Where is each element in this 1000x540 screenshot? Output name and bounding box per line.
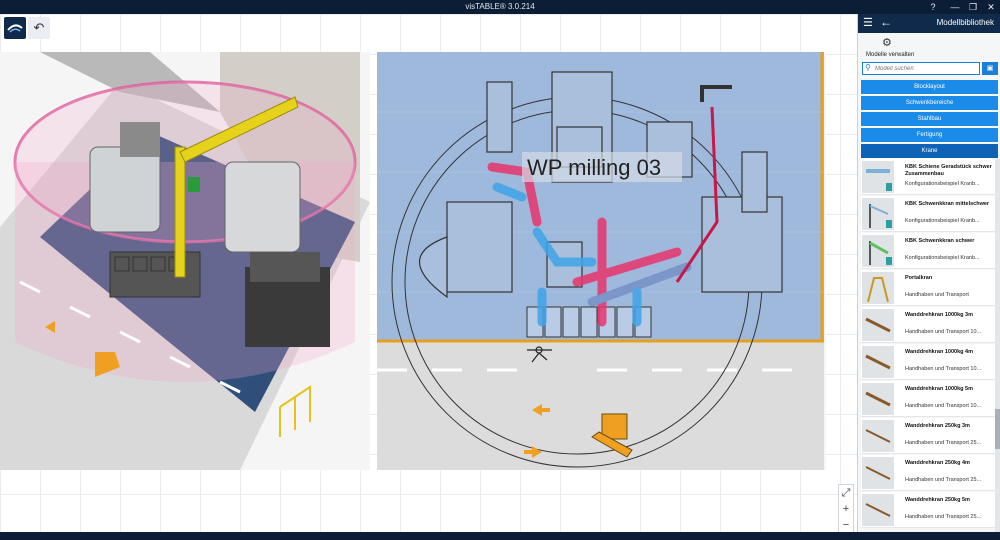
model-thumbnail — [862, 346, 894, 378]
model-name: Wanddrehkran 250kg 4m — [905, 460, 970, 466]
bottom-bar — [0, 532, 1000, 540]
zoom-in-button[interactable]: + — [843, 503, 849, 515]
window-title: visTABLE® 3.0.214 — [465, 2, 535, 11]
list-item[interactable]: Wanddrehkran 1000kg 4m Handhaben und Tra… — [861, 344, 995, 380]
model-thumbnail — [862, 235, 894, 267]
list-item[interactable]: KBK Schwenkkran schwer Konfigurationsbei… — [861, 233, 995, 269]
zoom-control: ⤢ + − — [838, 484, 854, 532]
list-item[interactable]: KBK Schiene Geradstück schwer Zusammenba… — [861, 159, 995, 195]
model-name: KBK Schwenkkran schwer — [905, 238, 975, 244]
model-thumbnail — [862, 420, 894, 452]
folder-icon: ▣ — [986, 65, 994, 72]
model-name: Wanddrehkran 1000kg 3m — [905, 312, 973, 318]
model-thumbnail — [862, 309, 894, 341]
folder-button[interactable]: ▣ — [982, 62, 998, 75]
category-krane[interactable]: Krane — [861, 144, 998, 158]
model-description: Handhaben und Transport 10... — [905, 366, 982, 372]
model-thumbnail — [862, 198, 894, 230]
close-button[interactable]: ✕ — [980, 1, 1000, 13]
model-list: KBK Schiene Geradstück schwer Zusammenba… — [861, 159, 995, 532]
undo-icon[interactable]: ↶ — [28, 17, 50, 39]
model-description: Handhaben und Transport 10... — [905, 403, 982, 409]
model-thumbnail — [862, 457, 894, 489]
menu-icon[interactable]: ☰ — [863, 16, 873, 29]
workplace-label[interactable]: WP milling 03 — [527, 155, 661, 180]
category-fertigung[interactable]: Fertigung — [861, 128, 998, 142]
aisle-2d — [377, 342, 824, 470]
manage-models-label: Modelle verwalten — [866, 52, 915, 58]
list-item[interactable]: Wanddrehkran 1000kg 5m Handhaben und Tra… — [861, 381, 995, 417]
model-library-panel: ☰ ← Modellbibliothek ⚙ Modelle verwalten… — [857, 14, 1000, 532]
model-name: Wanddrehkran 250kg 3m — [905, 423, 970, 429]
list-item[interactable]: KBK Schwenkkran mittelschwer Konfigurati… — [861, 196, 995, 232]
panel-header: ☰ ← Modellbibliothek — [858, 14, 1000, 33]
help-icon[interactable]: ? — [922, 1, 944, 13]
model-description: Handhaben und Transport 10... — [905, 329, 982, 335]
category-schwenkbereiche[interactable]: Schwenkbereiche — [861, 96, 998, 110]
fit-view-icon[interactable]: ⤢ — [842, 487, 851, 500]
model-description: Handhaben und Transport 25... — [905, 440, 982, 446]
model-description: Handhaben und Transport — [905, 292, 969, 298]
model-name: KBK Schiene Geradstück schwer Zusammenba… — [905, 164, 992, 177]
panel-title: Modellbibliothek — [936, 18, 994, 27]
model-description: Konfigurationsbeispiel Kranb... — [905, 181, 980, 187]
title-bar: visTABLE® 3.0.214 ? — ❐ ✕ — [0, 0, 1000, 14]
layout-canvas[interactable]: ↶ WP milling 03 ⤢ + − — [0, 14, 857, 532]
model-thumbnail — [862, 161, 894, 193]
zoom-out-button[interactable]: − — [843, 519, 849, 531]
list-item[interactable]: Wanddrehkran 250kg 3m Handhaben und Tran… — [861, 418, 995, 454]
view-3d[interactable] — [0, 52, 370, 470]
model-name: Wanddrehkran 1000kg 5m — [905, 386, 973, 392]
model-thumbnail — [862, 383, 894, 415]
vistable-logo-icon[interactable] — [4, 17, 26, 39]
model-description: Konfigurationsbeispiel Kranb... — [905, 218, 980, 224]
list-item[interactable]: Wanddrehkran 1000kg 3m Handhaben und Tra… — [861, 307, 995, 343]
model-description: Konfigurationsbeispiel Kranb... — [905, 255, 980, 261]
search-field: ⚲ — [862, 62, 980, 75]
list-item[interactable]: Wanddrehkran 250kg 5m Handhaben und Tran… — [861, 492, 995, 528]
model-name: Wanddrehkran 250kg 5m — [905, 497, 970, 503]
search-input[interactable] — [875, 64, 975, 74]
category-stahlbau[interactable]: Stahlbau — [861, 112, 998, 126]
model-thumbnail — [862, 272, 894, 304]
list-item[interactable]: Wanddrehkran 250kg 4m Handhaben und Tran… — [861, 455, 995, 491]
category-list: Blocklayout Schwenkbereiche Stahlbau Fer… — [861, 80, 998, 160]
model-list-scrollbar[interactable] — [995, 159, 1000, 532]
model-description: Handhaben und Transport 25... — [905, 514, 982, 520]
model-name: Wanddrehkran 1000kg 4m — [905, 349, 973, 355]
model-name: Portalkran — [905, 275, 933, 281]
list-item[interactable]: Portalkran Handhaben und Transport — [861, 270, 995, 306]
scrollbar-thumb[interactable] — [995, 409, 1000, 449]
gear-icon: ⚙ — [882, 37, 892, 49]
model-name: KBK Schwenkkran mittelschwer — [905, 201, 990, 207]
category-blocklayout[interactable]: Blocklayout — [861, 80, 998, 94]
back-arrow-icon[interactable]: ← — [880, 15, 892, 29]
view-2d-plan[interactable]: WP milling 03 — [377, 52, 826, 470]
manage-models-button[interactable]: ⚙ Modelle verwalten — [858, 33, 1000, 61]
app-window: visTABLE® 3.0.214 ? — ❐ ✕ ↶ WP milling 0… — [0, 0, 1000, 540]
model-thumbnail — [862, 494, 894, 526]
model-description: Handhaben und Transport 25... — [905, 477, 982, 483]
search-icon: ⚲ — [865, 63, 871, 72]
